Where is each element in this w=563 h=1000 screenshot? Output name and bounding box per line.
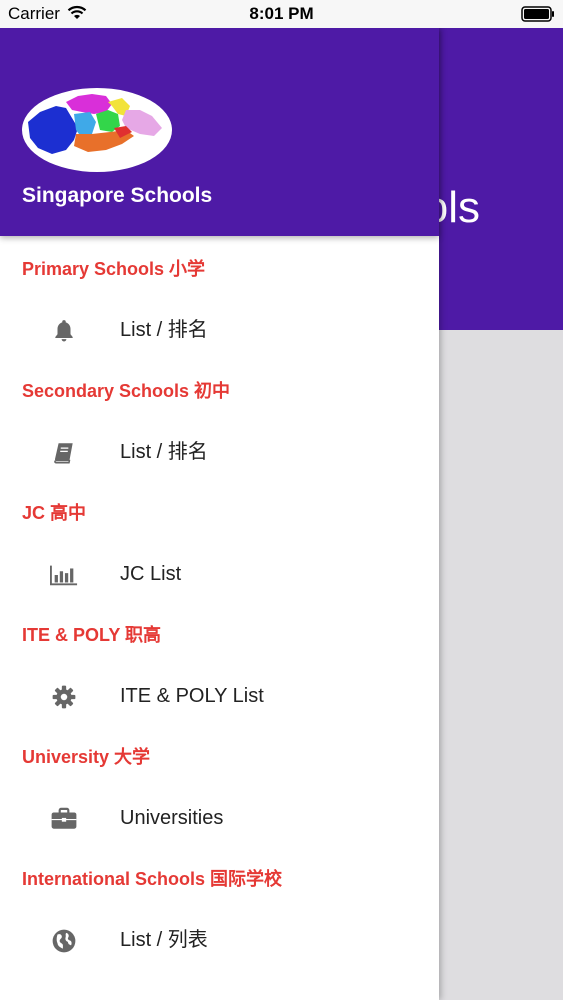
menu-item-label: List / 列表 — [120, 929, 208, 951]
section-title-jc: JC 高中 — [22, 503, 87, 523]
singapore-map-logo — [22, 88, 172, 172]
menu-item-jc-list[interactable]: JC List — [0, 546, 439, 602]
briefcase-icon — [50, 805, 78, 833]
drawer-menu: Primary Schools 小学 List / 排名 Secondary S… — [0, 236, 439, 968]
menu-item-secondary-list[interactable]: List / 排名 — [0, 424, 439, 480]
navigation-drawer: Singapore Schools Primary Schools 小学 Lis… — [0, 28, 439, 1000]
section-title-international: International Schools 国际学校 — [22, 869, 283, 889]
drawer-title: Singapore Schools — [22, 184, 213, 207]
menu-item-label: Universities — [120, 807, 224, 829]
menu-item-label: ITE & POLY List — [120, 685, 264, 707]
menu-item-label: List / 排名 — [120, 319, 208, 341]
menu-item-international-list[interactable]: List / 列表 — [0, 912, 439, 968]
section-title-primary: Primary Schools 小学 — [22, 259, 206, 279]
bell-icon — [50, 317, 78, 345]
section-title-ite-poly: ITE & POLY 职高 — [22, 625, 162, 645]
menu-item-universities[interactable]: Universities — [0, 790, 439, 846]
menu-item-primary-list[interactable]: List / 排名 — [0, 302, 439, 358]
book-icon — [50, 439, 78, 467]
globe-icon — [50, 927, 78, 955]
menu-item-label: JC List — [120, 563, 182, 585]
status-time: 8:01 PM — [249, 4, 314, 23]
section-title-university: University 大学 — [22, 747, 151, 767]
drawer-header: Singapore Schools — [0, 28, 439, 236]
battery-icon — [521, 6, 555, 27]
section-title-secondary: Secondary Schools 初中 — [22, 381, 231, 401]
bar-chart-icon — [50, 561, 78, 589]
status-bar: Carrier 8:01 PM — [0, 0, 563, 28]
gear-icon — [50, 683, 78, 711]
menu-item-ite-poly-list[interactable]: ITE & POLY List — [0, 668, 439, 724]
menu-item-label: List / 排名 — [120, 441, 208, 463]
